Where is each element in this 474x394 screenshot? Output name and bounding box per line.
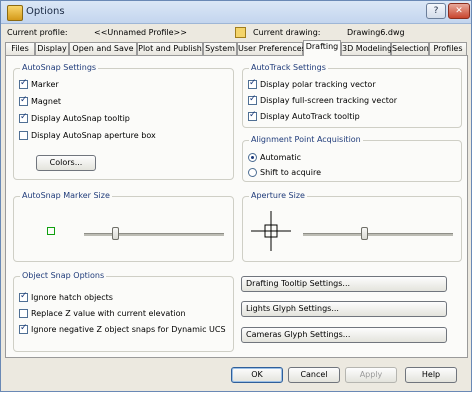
tab-drafting[interactable]: Drafting xyxy=(303,40,341,56)
marker-size-slider-thumb[interactable] xyxy=(112,227,119,240)
autotrack-tooltip-checkbox[interactable] xyxy=(248,110,257,121)
autotrack-tooltip-checkbox-row[interactable]: Display AutoTrack tooltip xyxy=(248,110,360,123)
autosnap-tooltip-checkbox-row[interactable]: Display AutoSnap tooltip xyxy=(19,112,130,125)
lights-glyph-settings-button[interactable]: Lights Glyph Settings... xyxy=(241,301,447,317)
title-bar: Options ? ✕ xyxy=(1,1,471,24)
tab-open-and-save[interactable]: Open and Save xyxy=(69,42,137,56)
drafting-tooltip-settings-button[interactable]: Drafting Tooltip Settings... xyxy=(241,276,447,292)
tab-3d-modeling[interactable]: 3D Modeling xyxy=(341,42,392,56)
options-dialog: Options ? ✕ Current profile: <<Unnamed P… xyxy=(0,0,472,392)
tab-profiles[interactable]: Profiles xyxy=(429,42,467,56)
autotrack-settings-group: AutoTrack Settings Display polar trackin… xyxy=(242,63,462,128)
autosnap-settings-title: AutoSnap Settings xyxy=(20,63,99,72)
alignment-point-group: Alignment Point Acquisition Automatic Sh… xyxy=(242,135,462,182)
marker-checkbox-row[interactable]: Marker xyxy=(19,78,59,91)
alignment-point-title: Alignment Point Acquisition xyxy=(249,135,363,144)
aperture-size-track[interactable] xyxy=(303,233,453,236)
shift-to-acquire-radio-row[interactable]: Shift to acquire xyxy=(248,168,321,179)
polar-tracking-label: Display polar tracking vector xyxy=(260,80,376,89)
profile-row: Current profile: <<Unnamed Profile>> Cur… xyxy=(1,27,471,40)
ignore-negative-z-label: Ignore negative Z object snaps for Dynam… xyxy=(31,325,226,334)
tab-system[interactable]: System xyxy=(203,42,237,56)
polar-tracking-checkbox[interactable] xyxy=(248,78,257,89)
tab-display[interactable]: Display xyxy=(35,42,69,56)
ignore-hatch-label: Ignore hatch objects xyxy=(31,293,113,302)
drawing-file-icon xyxy=(235,27,246,38)
autosnap-tooltip-checkbox[interactable] xyxy=(19,112,28,123)
magnet-checkbox-row[interactable]: Magnet xyxy=(19,95,62,108)
cameras-glyph-settings-button[interactable]: Cameras Glyph Settings... xyxy=(241,327,447,343)
object-snap-options-title: Object Snap Options xyxy=(20,271,107,280)
shift-to-acquire-radio[interactable] xyxy=(248,168,257,177)
aperture-size-group: Aperture Size xyxy=(242,191,462,262)
automatic-radio[interactable] xyxy=(248,153,257,162)
ignore-hatch-checkbox[interactable] xyxy=(19,291,28,302)
drafting-tab-panel: AutoSnap Settings Marker Magnet Display … xyxy=(5,55,468,358)
autosnap-settings-group: AutoSnap Settings Marker Magnet Display … xyxy=(13,63,234,180)
polar-tracking-checkbox-row[interactable]: Display polar tracking vector xyxy=(248,78,376,91)
marker-label: Marker xyxy=(31,80,59,89)
tab-selection[interactable]: Selection xyxy=(391,42,429,56)
close-icon[interactable]: ✕ xyxy=(448,3,470,19)
replace-z-label: Replace Z value with current elevation xyxy=(31,309,186,318)
aperture-box-label: Display AutoSnap aperture box xyxy=(31,131,156,140)
fullscreen-tracking-label: Display full-screen tracking vector xyxy=(260,96,398,105)
tab-plot-and-publish[interactable]: Plot and Publish xyxy=(137,42,203,56)
ignore-negative-z-checkbox-row[interactable]: Ignore negative Z object snaps for Dynam… xyxy=(19,323,226,336)
tab-files[interactable]: Files xyxy=(5,42,35,56)
ignore-negative-z-checkbox[interactable] xyxy=(19,323,28,334)
marker-size-track[interactable] xyxy=(84,233,224,236)
aperture-box-checkbox-row[interactable]: Display AutoSnap aperture box xyxy=(19,131,156,142)
ok-button[interactable]: OK xyxy=(231,367,283,383)
replace-z-checkbox[interactable] xyxy=(19,309,28,318)
fullscreen-tracking-checkbox[interactable] xyxy=(248,94,257,105)
colors-button[interactable]: Colors... xyxy=(36,155,96,171)
aperture-crosshair-icon xyxy=(251,211,291,251)
autocad-app-icon xyxy=(7,5,23,21)
cancel-button[interactable]: Cancel xyxy=(288,367,340,383)
replace-z-checkbox-row[interactable]: Replace Z value with current elevation xyxy=(19,309,186,320)
snap-marker-preview-icon xyxy=(47,227,55,235)
help-icon[interactable]: ? xyxy=(426,3,446,19)
magnet-checkbox[interactable] xyxy=(19,95,28,106)
autotrack-settings-title: AutoTrack Settings xyxy=(249,63,328,72)
help-button[interactable]: Help xyxy=(405,367,457,383)
automatic-label: Automatic xyxy=(260,153,302,162)
fullscreen-tracking-checkbox-row[interactable]: Display full-screen tracking vector xyxy=(248,94,398,107)
aperture-size-slider-thumb[interactable] xyxy=(361,227,368,240)
marker-size-title: AutoSnap Marker Size xyxy=(20,191,112,200)
current-profile-value: <<Unnamed Profile>> xyxy=(94,28,187,37)
tab-user-preferences[interactable]: User Preferences xyxy=(237,42,306,56)
window-title: Options xyxy=(26,6,65,17)
autosnap-tooltip-label: Display AutoSnap tooltip xyxy=(31,114,130,123)
current-drawing-label: Current drawing: xyxy=(253,28,321,37)
current-profile-label: Current profile: xyxy=(7,28,68,37)
marker-checkbox[interactable] xyxy=(19,78,28,89)
magnet-label: Magnet xyxy=(31,97,62,106)
current-drawing-value: Drawing6.dwg xyxy=(347,28,405,37)
shift-to-acquire-label: Shift to acquire xyxy=(260,168,322,177)
aperture-box-checkbox[interactable] xyxy=(19,131,28,140)
object-snap-options-group: Object Snap Options Ignore hatch objects… xyxy=(13,271,234,352)
ignore-hatch-checkbox-row[interactable]: Ignore hatch objects xyxy=(19,291,113,304)
apply-button[interactable]: Apply xyxy=(345,367,397,383)
aperture-size-title: Aperture Size xyxy=(249,191,307,200)
autotrack-tooltip-label: Display AutoTrack tooltip xyxy=(260,112,360,121)
automatic-radio-row[interactable]: Automatic xyxy=(248,153,301,164)
